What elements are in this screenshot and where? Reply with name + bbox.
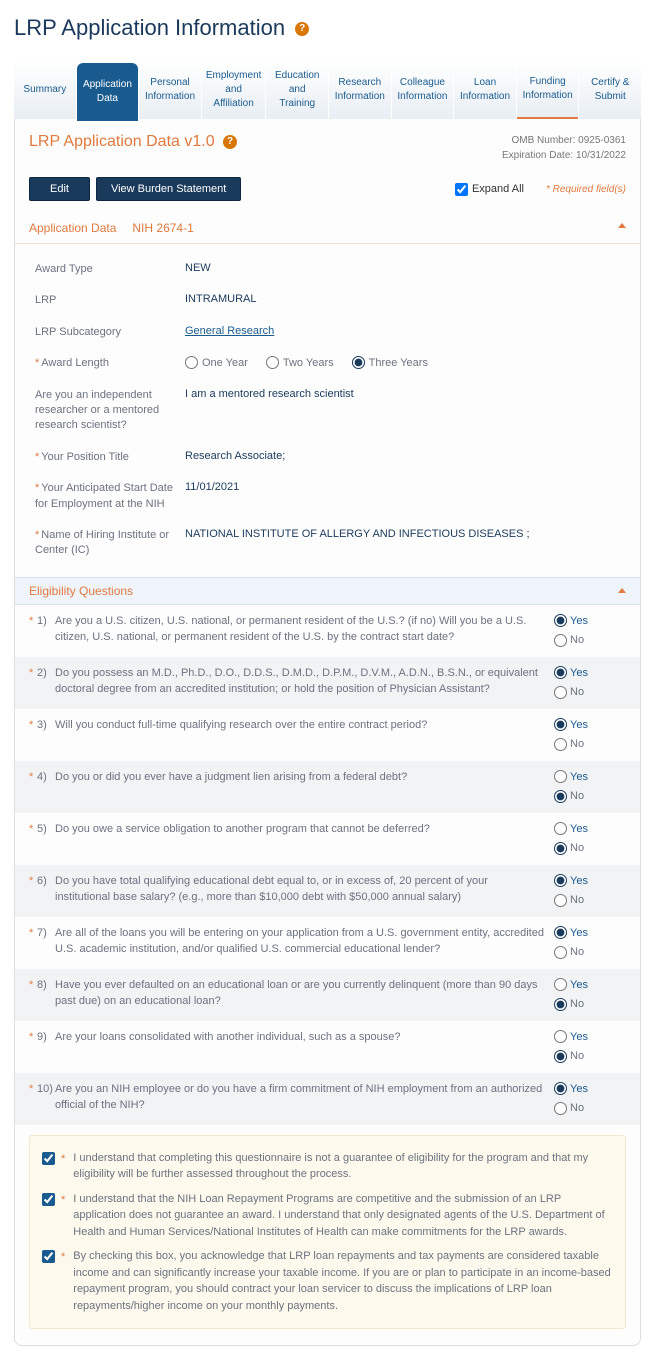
tab-research[interactable]: Research Information xyxy=(329,61,391,119)
view-burden-button[interactable]: View Burden Statement xyxy=(96,177,241,201)
question-text: Do you have total qualifying educational… xyxy=(55,873,554,909)
help-icon[interactable]: ? xyxy=(295,22,309,36)
value-subcategory: General Research xyxy=(185,325,620,337)
value-institute: NATIONAL INSTITUTE OF ALLERGY AND INFECT… xyxy=(185,528,620,540)
panel-title: LRP Application Data v1.0 ? xyxy=(29,133,237,151)
collapse-icon[interactable] xyxy=(618,588,626,593)
tab-personal[interactable]: Personal Information xyxy=(139,61,201,119)
required-note: * Required field(s) xyxy=(546,184,626,195)
question-answer: Yes No xyxy=(554,1029,626,1065)
tab-certify[interactable]: Certify & Submit xyxy=(579,61,641,119)
ack-text-3: By checking this box, you acknowledge th… xyxy=(73,1248,613,1314)
question-number: 2) xyxy=(37,665,55,701)
help-icon[interactable]: ? xyxy=(223,135,237,149)
question-text: Do you owe a service obligation to anoth… xyxy=(55,821,554,857)
ack-checkbox-3[interactable] xyxy=(42,1250,55,1263)
question-answer: Yes No xyxy=(554,977,626,1013)
label-lrp: LRP xyxy=(35,293,185,308)
breadcrumb: Application DataNIH 2674-1 xyxy=(15,213,640,244)
question-answer: Yes No xyxy=(554,925,626,961)
edit-button[interactable]: Edit xyxy=(29,177,90,201)
value-start-date: 11/01/2021 xyxy=(185,481,620,493)
question-number: 4) xyxy=(37,769,55,805)
label-subcategory: LRP Subcategory xyxy=(35,325,185,340)
question-row: *9)Are your loans consolidated with anot… xyxy=(15,1021,640,1073)
question-number: 9) xyxy=(37,1029,55,1065)
label-researcher: Are you an independent researcher or a m… xyxy=(35,388,185,434)
collapse-icon[interactable] xyxy=(618,223,626,228)
label-award-length: *Award Length xyxy=(35,356,185,371)
question-row: *10)Are you an NIH employee or do you ha… xyxy=(15,1073,640,1125)
question-answer: Yes No xyxy=(554,873,626,909)
question-text: Have you ever defaulted on an educationa… xyxy=(55,977,554,1013)
ack-text-1: I understand that completing this questi… xyxy=(73,1150,613,1183)
question-number: 6) xyxy=(37,873,55,909)
question-text: Do you or did you ever have a judgment l… xyxy=(55,769,554,805)
page-title: LRP Application Information ? xyxy=(14,15,641,41)
question-answer: Yes No xyxy=(554,717,626,753)
tab-colleague[interactable]: Colleague Information xyxy=(392,61,454,119)
value-researcher: I am a mentored research scientist xyxy=(185,388,620,400)
tabs: Summary Application Data Personal Inform… xyxy=(14,61,641,121)
tab-loan[interactable]: Loan Information xyxy=(454,61,516,119)
question-row: *8)Have you ever defaulted on an educati… xyxy=(15,969,640,1021)
question-row: *4)Do you or did you ever have a judgmen… xyxy=(15,761,640,813)
tab-education[interactable]: Education and Training xyxy=(266,61,328,119)
question-row: *6)Do you have total qualifying educatio… xyxy=(15,865,640,917)
question-text: Are all of the loans you will be enterin… xyxy=(55,925,554,961)
question-text: Are you an NIH employee or do you have a… xyxy=(55,1081,554,1117)
tab-employment[interactable]: Employment and Affiliation xyxy=(202,61,266,119)
question-text: Are your loans consolidated with another… xyxy=(55,1029,554,1065)
label-award-type: Award Type xyxy=(35,262,185,277)
label-position: *Your Position Title xyxy=(35,450,185,465)
question-text: Will you conduct full-time qualifying re… xyxy=(55,717,554,753)
question-text: Do you possess an M.D., Ph.D., D.O., D.D… xyxy=(55,665,554,701)
award-length-radios: One Year Two Years Three Years xyxy=(185,356,620,369)
question-answer: Yes No xyxy=(554,665,626,701)
tab-application-data[interactable]: Application Data xyxy=(77,63,139,121)
ack-checkbox-1[interactable] xyxy=(42,1152,55,1165)
value-award-type: NEW xyxy=(185,262,620,274)
question-number: 8) xyxy=(37,977,55,1013)
question-number: 10) xyxy=(37,1081,55,1117)
question-text: Are you a U.S. citizen, U.S. national, o… xyxy=(55,613,554,649)
panel: LRP Application Data v1.0 ? OMB Number: … xyxy=(14,119,641,1346)
question-row: *2)Do you possess an M.D., Ph.D., D.O., … xyxy=(15,657,640,709)
question-row: *5)Do you owe a service obligation to an… xyxy=(15,813,640,865)
value-lrp: INTRAMURAL xyxy=(185,293,620,305)
expand-all-checkbox[interactable]: Expand All xyxy=(455,183,524,196)
ack-text-2: I understand that the NIH Loan Repayment… xyxy=(73,1191,613,1241)
label-start-date: *Your Anticipated Start Date for Employm… xyxy=(35,481,185,512)
question-number: 1) xyxy=(37,613,55,649)
value-position: Research Associate; xyxy=(185,450,620,462)
question-answer: Yes No xyxy=(554,821,626,857)
panel-meta: OMB Number: 0925-0361 Expiration Date: 1… xyxy=(502,133,626,163)
question-number: 5) xyxy=(37,821,55,857)
question-number: 3) xyxy=(37,717,55,753)
question-row: *3)Will you conduct full-time qualifying… xyxy=(15,709,640,761)
tab-summary[interactable]: Summary xyxy=(14,61,76,119)
label-institute: *Name of Hiring Institute or Center (IC) xyxy=(35,528,185,559)
acknowledgement-box: * I understand that completing this ques… xyxy=(29,1135,626,1330)
tab-funding[interactable]: Funding Information xyxy=(517,61,579,119)
question-row: *1)Are you a U.S. citizen, U.S. national… xyxy=(15,605,640,657)
question-answer: Yes No xyxy=(554,1081,626,1117)
question-row: *7)Are all of the loans you will be ente… xyxy=(15,917,640,969)
eligibility-header: Eligibility Questions xyxy=(15,577,640,605)
ack-checkbox-2[interactable] xyxy=(42,1193,55,1206)
question-answer: Yes No xyxy=(554,613,626,649)
question-answer: Yes No xyxy=(554,769,626,805)
question-number: 7) xyxy=(37,925,55,961)
